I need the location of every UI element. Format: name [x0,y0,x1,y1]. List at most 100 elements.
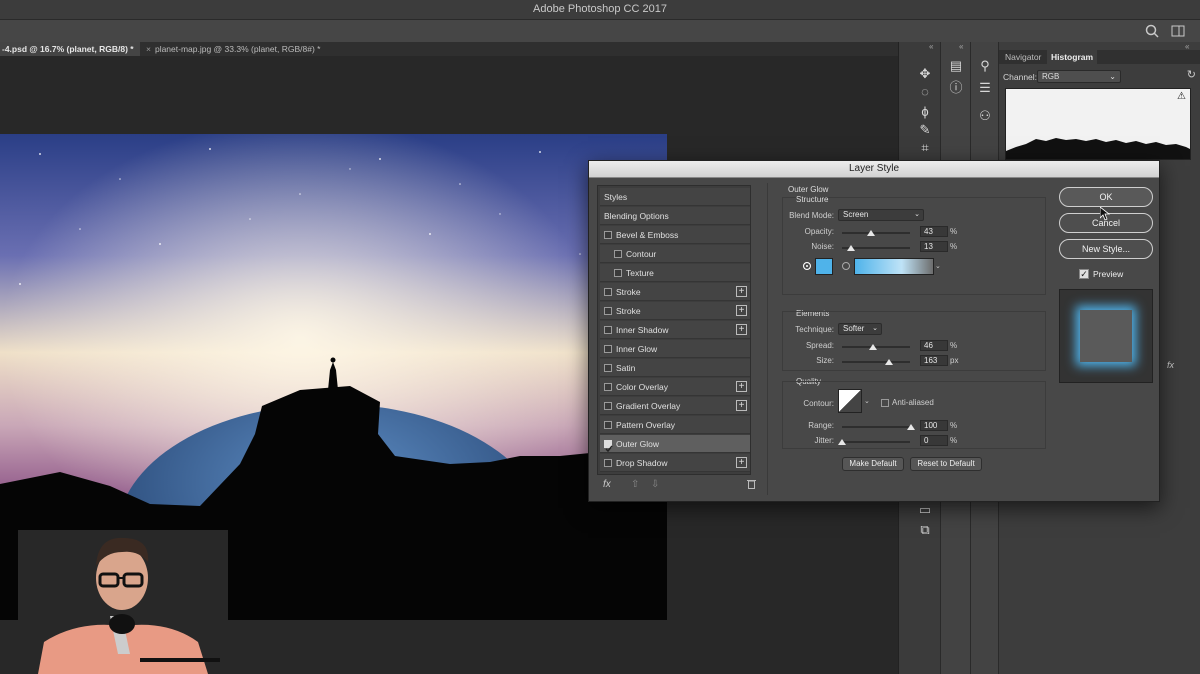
contour-picker[interactable] [838,389,862,413]
blend-mode-select[interactable]: Screen ⌄ [838,209,924,221]
noise-label: Noise: [811,242,834,251]
style-checkbox[interactable] [604,364,612,372]
clone-source-icon[interactable]: ⚇ [977,108,993,124]
noise-input[interactable]: 13 [920,241,948,252]
style-item[interactable]: Outer Glow [600,435,750,453]
size-slider[interactable] [842,361,910,363]
outer-glow-settings: Outer Glow Structure Blend Mode: Screen ⌄… [767,183,1047,495]
style-checkbox[interactable] [604,345,612,353]
channel-select[interactable]: RGB ⌄ [1037,70,1121,83]
style-checkbox[interactable] [604,383,612,391]
fx-menu-icon[interactable]: fx [603,479,611,490]
lasso-tool-icon[interactable]: ϕ [917,104,933,120]
style-checkbox[interactable] [604,459,612,467]
ok-button[interactable]: OK [1059,187,1153,207]
chevron-down-icon[interactable]: ⌄ [935,262,941,270]
workspace-icon[interactable] [1170,23,1186,39]
range-slider-thumb[interactable] [907,424,915,430]
style-item[interactable]: Stroke + [600,302,750,320]
style-checkbox[interactable] [614,250,622,258]
glow-color-swatch[interactable] [815,258,833,275]
style-checkbox[interactable] [604,326,612,334]
style-item[interactable]: Texture [600,264,750,282]
make-default-button[interactable]: Make Default [842,457,904,471]
quick-select-tool-icon[interactable]: ✎ [917,122,933,138]
trash-icon[interactable] [747,479,756,491]
noise-slider-thumb[interactable] [847,245,855,251]
gradient-radio[interactable] [842,262,850,270]
jitter-input[interactable]: 0 [920,435,948,446]
refresh-icon[interactable]: ↻ [1187,68,1196,81]
opacity-slider-thumb[interactable] [867,230,875,236]
style-item[interactable]: Contour [600,245,750,263]
add-style-icon[interactable]: + [736,305,747,316]
tab-document-psd[interactable]: -4.psd @ 16.7% (planet, RGB/8) * [0,42,140,56]
style-item[interactable]: Satin [600,359,750,377]
jitter-slider[interactable] [842,441,910,443]
style-checkbox[interactable] [604,421,612,429]
technique-select[interactable]: Softer ⌄ [838,323,882,335]
style-checkbox[interactable] [604,231,612,239]
style-item[interactable]: Inner Shadow + [600,321,750,339]
fx-icon[interactable]: fx [1167,360,1174,370]
style-item[interactable]: Pattern Overlay [600,416,750,434]
solid-color-radio[interactable] [803,262,811,270]
add-style-icon[interactable]: + [736,324,747,335]
style-item[interactable]: Bevel & Emboss [600,226,750,244]
style-item[interactable]: Blending Options [600,207,750,225]
brush-icon[interactable]: ⚲ [977,58,993,74]
tab-planet-map[interactable]: × planet-map.jpg @ 33.3% (planet, RGB/8#)… [146,42,346,56]
style-checkbox[interactable] [614,269,622,277]
info-icon[interactable]: ⓘ [948,80,964,96]
style-item[interactable]: Stroke + [600,283,750,301]
chevron-down-icon[interactable]: ⌄ [864,397,870,405]
adjust-icon[interactable]: ☰ [977,80,993,96]
size-input[interactable]: 163 [920,355,948,366]
jitter-unit: % [950,436,958,445]
preview-checkbox[interactable]: ✓ [1079,269,1089,279]
jitter-slider-thumb[interactable] [838,439,846,445]
opacity-input[interactable]: 43 [920,226,948,237]
warning-icon[interactable]: ⚠ [1177,91,1186,102]
spread-input[interactable]: 46 [920,340,948,351]
range-input[interactable]: 100 [920,420,948,431]
tab-histogram[interactable]: Histogram [1047,50,1098,64]
add-style-icon[interactable]: + [736,400,747,411]
size-unit: px [950,356,959,365]
collapse-icon[interactable]: « [959,42,964,51]
opacity-slider[interactable] [842,232,910,234]
move-up-icon[interactable]: ⇧ [631,479,639,490]
reset-default-button[interactable]: Reset to Default [910,457,982,471]
style-checkbox[interactable] [604,288,612,296]
tab-navigator[interactable]: Navigator [1001,50,1045,64]
glow-gradient-swatch[interactable] [854,258,934,275]
style-item[interactable]: Drop Shadow + [600,454,750,472]
add-style-icon[interactable]: + [736,457,747,468]
move-tool-icon[interactable]: ✥ [917,66,933,82]
style-checkbox[interactable] [604,402,612,410]
anti-aliased-checkbox[interactable] [881,399,889,407]
style-item[interactable]: Gradient Overlay + [600,397,750,415]
style-checkbox[interactable] [604,307,612,315]
new-style-button[interactable]: New Style... [1059,239,1153,259]
spread-slider-thumb[interactable] [869,344,877,350]
size-slider-thumb[interactable] [885,359,893,365]
frame-icon[interactable]: ⧉ [917,522,933,538]
spread-label: Spread: [805,341,834,350]
marquee-tool-icon[interactable]: ◌ [917,84,933,100]
history-icon[interactable]: ▤ [948,58,964,74]
dialog-titlebar[interactable]: Layer Style [589,161,1159,178]
style-item[interactable]: Styles [600,188,750,206]
move-down-icon[interactable]: ⇩ [651,479,659,490]
collapse-icon[interactable]: « [929,42,934,51]
add-style-icon[interactable]: + [736,286,747,297]
range-slider[interactable] [842,426,910,428]
search-icon[interactable] [1144,23,1160,39]
style-item[interactable]: Inner Glow [600,340,750,358]
style-checkbox[interactable] [604,440,613,453]
add-style-icon[interactable]: + [736,381,747,392]
tab-close-icon[interactable]: × [146,44,151,54]
screen-mode-icon[interactable]: ▭ [917,502,933,518]
crop-tool-icon[interactable]: ⌗ [917,140,933,156]
style-item[interactable]: Color Overlay + [600,378,750,396]
